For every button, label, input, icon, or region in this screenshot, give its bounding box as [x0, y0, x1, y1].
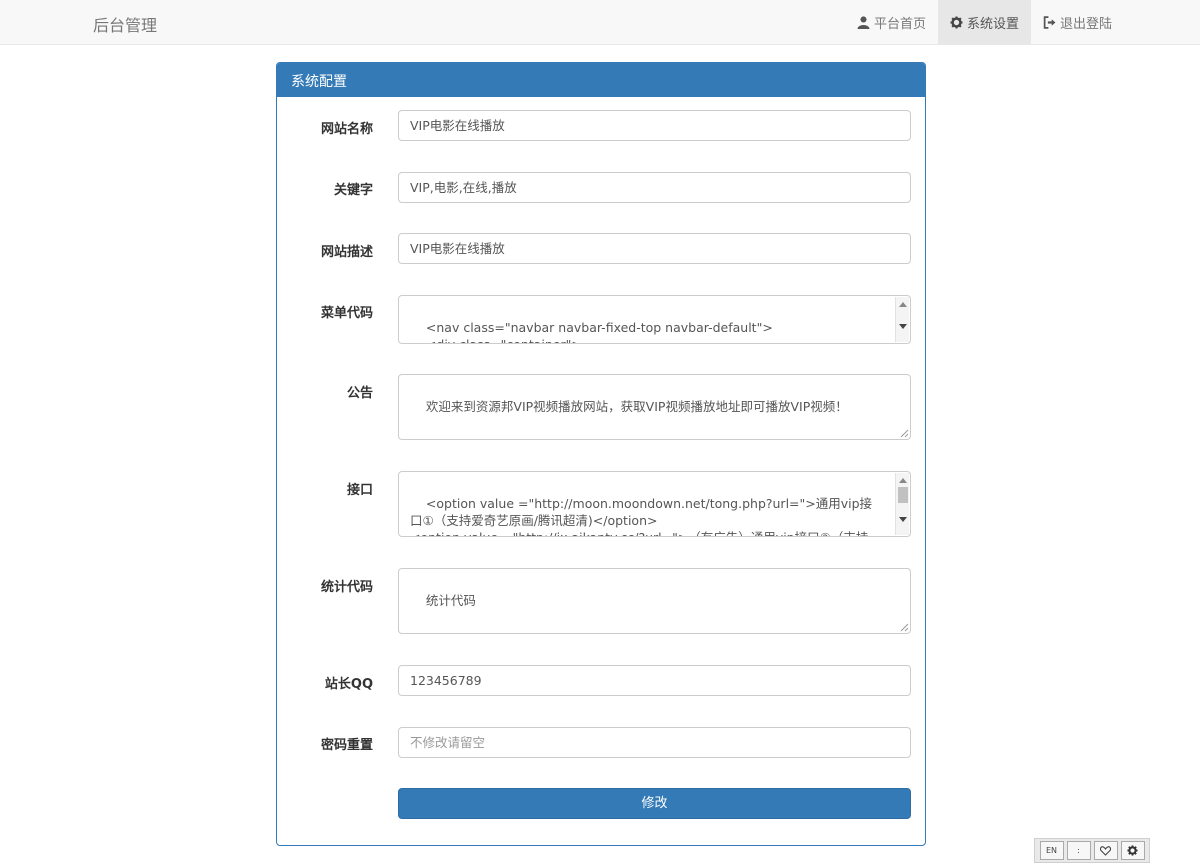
gear-icon	[1127, 845, 1138, 856]
scroll-down-icon	[899, 517, 907, 522]
menu-code-textarea[interactable]: <nav class="navbar navbar-fixed-top navb…	[398, 295, 911, 344]
stats-code-text: 统计代码	[425, 593, 476, 608]
notice-textarea[interactable]: 欢迎来到资源邦VIP视频播放网站，获取VIP视频播放地址即可播放VIP视频！	[398, 374, 911, 440]
config-panel: 系统配置 网站名称 VIP电影在线播放 关键字 VIP,电影,在线,播放 网站描…	[276, 62, 926, 846]
nav-item-settings[interactable]: 系统设置	[938, 0, 1032, 44]
scroll-up-icon	[899, 302, 907, 307]
scroll-down-icon	[899, 324, 907, 329]
keywords-input[interactable]: VIP,电影,在线,播放	[398, 172, 911, 203]
stats-code-label: 统计代码	[320, 580, 373, 595]
api-label: 接口	[346, 483, 373, 498]
top-navbar: 后台管理 平台首页 系统设置 退出登陆	[0, 0, 1200, 45]
qq-input[interactable]: 123456789	[398, 665, 911, 696]
user-icon	[857, 15, 870, 29]
notice-text: 欢迎来到资源邦VIP视频播放网站，获取VIP视频播放地址即可播放VIP视频！	[425, 399, 848, 414]
notice-label: 公告	[346, 386, 373, 401]
logout-icon	[1043, 15, 1056, 29]
keywords-label: 关键字	[333, 183, 373, 198]
scroll-thumb[interactable]	[898, 487, 908, 503]
scroll-up-icon	[899, 478, 907, 483]
settings-button[interactable]	[1120, 841, 1145, 860]
qq-label: 站长QQ	[324, 677, 373, 692]
nav-item-label: 系统设置	[967, 16, 1020, 32]
resize-handle-icon[interactable]	[899, 428, 909, 438]
menu-code-scrollbar[interactable]	[895, 297, 909, 342]
site-name-label: 网站名称	[320, 122, 373, 137]
menu-code-label: 菜单代码	[320, 306, 373, 321]
punctuation-button[interactable]: :	[1066, 841, 1091, 860]
password-label: 密码重置	[320, 738, 373, 753]
system-tray: EN :	[1034, 838, 1150, 863]
api-scrollbar[interactable]	[895, 473, 909, 535]
brand-title[interactable]: 后台管理	[93, 12, 157, 36]
description-label: 网站描述	[320, 245, 373, 260]
panel-title: 系统配置	[277, 63, 925, 97]
submit-button[interactable]: 修改	[398, 788, 911, 819]
nav-menu: 平台首页 系统设置 退出登陆	[845, 0, 1124, 44]
nav-item-logout[interactable]: 退出登陆	[1031, 0, 1124, 44]
language-button[interactable]: EN	[1039, 841, 1064, 860]
nav-item-label: 平台首页	[874, 16, 927, 32]
stats-code-textarea[interactable]: 统计代码	[398, 568, 911, 634]
api-textarea[interactable]: <option value ="http://moon.moondown.net…	[398, 471, 911, 537]
gear-icon	[950, 16, 963, 28]
site-name-input[interactable]: VIP电影在线播放	[398, 110, 911, 141]
description-input[interactable]: VIP电影在线播放	[398, 233, 911, 264]
nav-item-home[interactable]: 平台首页	[845, 0, 938, 44]
password-input[interactable]: 不修改请留空	[398, 727, 911, 758]
nav-item-label: 退出登陆	[1060, 16, 1113, 32]
resize-handle-icon[interactable]	[899, 622, 909, 632]
favorite-button[interactable]	[1093, 841, 1118, 860]
menu-code-text: <nav class="navbar navbar-fixed-top navb…	[425, 320, 773, 343]
heart-icon	[1100, 845, 1111, 856]
api-text: <option value ="http://moon.moondown.net…	[410, 496, 873, 536]
